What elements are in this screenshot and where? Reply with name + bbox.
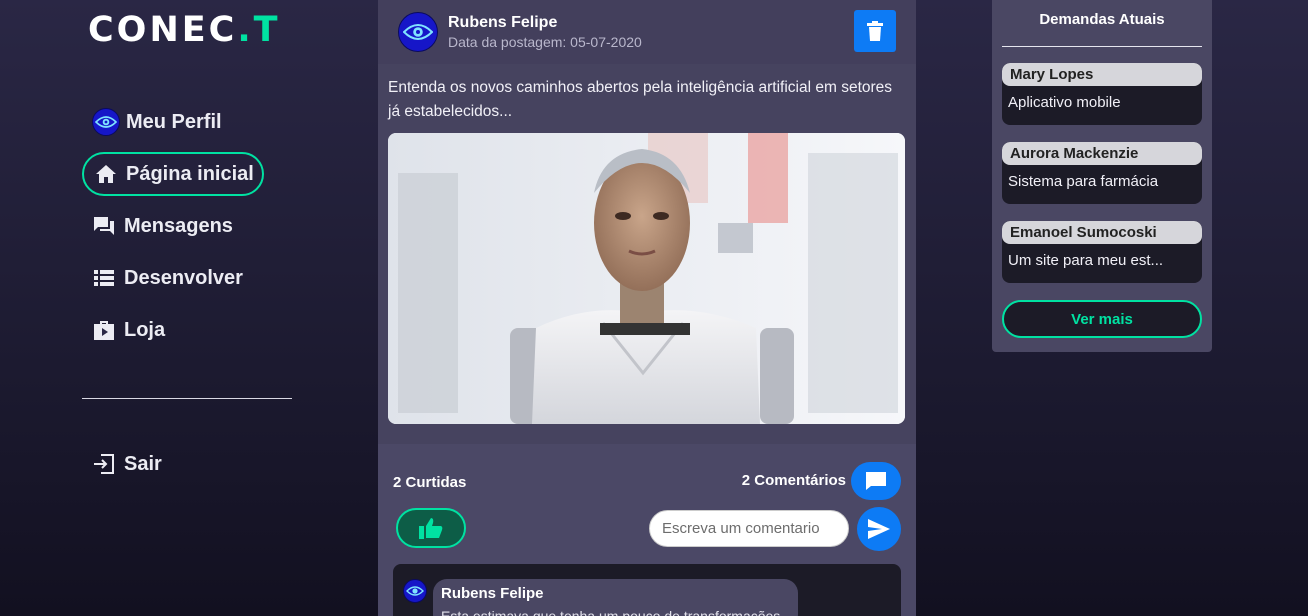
sidebar-item-label: Página inicial	[126, 162, 254, 185]
post-footer: 2 Curtidas 2 Comentários Rubens Felipe E…	[378, 444, 916, 616]
comment-input[interactable]	[649, 510, 849, 547]
list-icon	[92, 266, 116, 290]
sidebar-item-label: Meu Perfil	[126, 110, 222, 133]
demand-card[interactable]: Emanoel Sumocoski Um site para meu est..…	[1002, 221, 1202, 283]
comment-author[interactable]: Rubens Felipe	[441, 585, 790, 602]
eye-icon	[403, 24, 433, 40]
demand-card[interactable]: Aurora Mackenzie Sistema para farmácia	[1002, 142, 1202, 204]
logo-dot: .	[237, 10, 254, 50]
logo-tail: T	[253, 10, 281, 50]
sidebar-item-pagina-inicial[interactable]: Página inicial	[82, 152, 264, 196]
comments-count[interactable]: 2 Comentários	[742, 472, 846, 489]
demands-panel: Demandas Atuais Mary Lopes Aplicativo mo…	[992, 0, 1212, 352]
sidebar-nav: Meu Perfil Página inicial Mensagens Dese…	[82, 100, 292, 360]
post-header: Rubens Felipe Data da postagem: 05-07-20…	[378, 0, 916, 64]
eye-avatar-icon	[92, 108, 120, 136]
send-comment-button[interactable]	[857, 507, 901, 551]
robot-photo	[388, 133, 905, 424]
comment-icon	[866, 472, 886, 490]
post-body: Entenda os novos caminhos abertos pela i…	[378, 64, 916, 444]
thumbs-up-icon	[419, 518, 443, 539]
delete-post-button[interactable]	[854, 10, 896, 52]
like-button[interactable]	[396, 508, 466, 548]
post-date: Data da postagem: 05-07-2020	[448, 34, 642, 50]
chat-icon	[92, 214, 116, 238]
demands-divider	[1002, 46, 1202, 47]
logout-icon	[92, 452, 116, 476]
app-logo[interactable]: CONEC.T	[88, 10, 281, 50]
eye-icon	[406, 586, 424, 596]
trash-icon	[867, 21, 883, 41]
demands-title: Demandas Atuais	[1039, 11, 1165, 28]
logo-text: CONEC	[88, 10, 238, 50]
sidebar-item-label: Loja	[124, 318, 166, 341]
shopping-bag-icon	[92, 318, 116, 342]
logout-button[interactable]: Sair	[82, 442, 264, 486]
comment-toggle-button[interactable]	[851, 462, 901, 500]
sidebar-item-label: Desenvolver	[124, 266, 243, 289]
post-author[interactable]: Rubens Felipe	[448, 14, 642, 32]
post-text: Entenda os novos caminhos abertos pela i…	[388, 79, 893, 120]
post-image[interactable]	[388, 133, 905, 424]
sidebar-divider	[82, 398, 292, 399]
post-meta: Rubens Felipe Data da postagem: 05-07-20…	[448, 14, 642, 50]
demand-description: Um site para meu est...	[1008, 252, 1164, 269]
sidebar-item-desenvolver[interactable]: Desenvolver	[82, 256, 264, 300]
comment-avatar[interactable]	[403, 579, 427, 603]
likes-count: 2 Curtidas	[393, 474, 467, 491]
sidebar-item-label: Mensagens	[124, 214, 233, 237]
logout-label: Sair	[124, 452, 162, 475]
demand-card[interactable]: Mary Lopes Aplicativo mobile	[1002, 63, 1202, 125]
post-card: Rubens Felipe Data da postagem: 05-07-20…	[378, 0, 916, 616]
demand-client: Mary Lopes	[1002, 63, 1202, 86]
demand-client: Emanoel Sumocoski	[1002, 221, 1202, 244]
sidebar-item-meu-perfil[interactable]: Meu Perfil	[82, 100, 264, 144]
demand-client: Aurora Mackenzie	[1002, 142, 1202, 165]
home-icon	[94, 162, 118, 186]
comment-bubble: Rubens Felipe Esta estimava que tenha um…	[433, 579, 798, 616]
demand-description: Sistema para farmácia	[1008, 173, 1159, 190]
comment-text: Esta estimava que tenha um pouco de tran…	[441, 608, 792, 616]
demand-description: Aplicativo mobile	[1008, 94, 1121, 111]
author-avatar[interactable]	[398, 12, 438, 52]
comment-list: Rubens Felipe Esta estimava que tenha um…	[393, 564, 901, 616]
see-more-button[interactable]: Ver mais	[1002, 300, 1202, 338]
sidebar-item-loja[interactable]: Loja	[82, 308, 264, 352]
sidebar-item-mensagens[interactable]: Mensagens	[82, 204, 264, 248]
send-icon	[868, 519, 890, 539]
